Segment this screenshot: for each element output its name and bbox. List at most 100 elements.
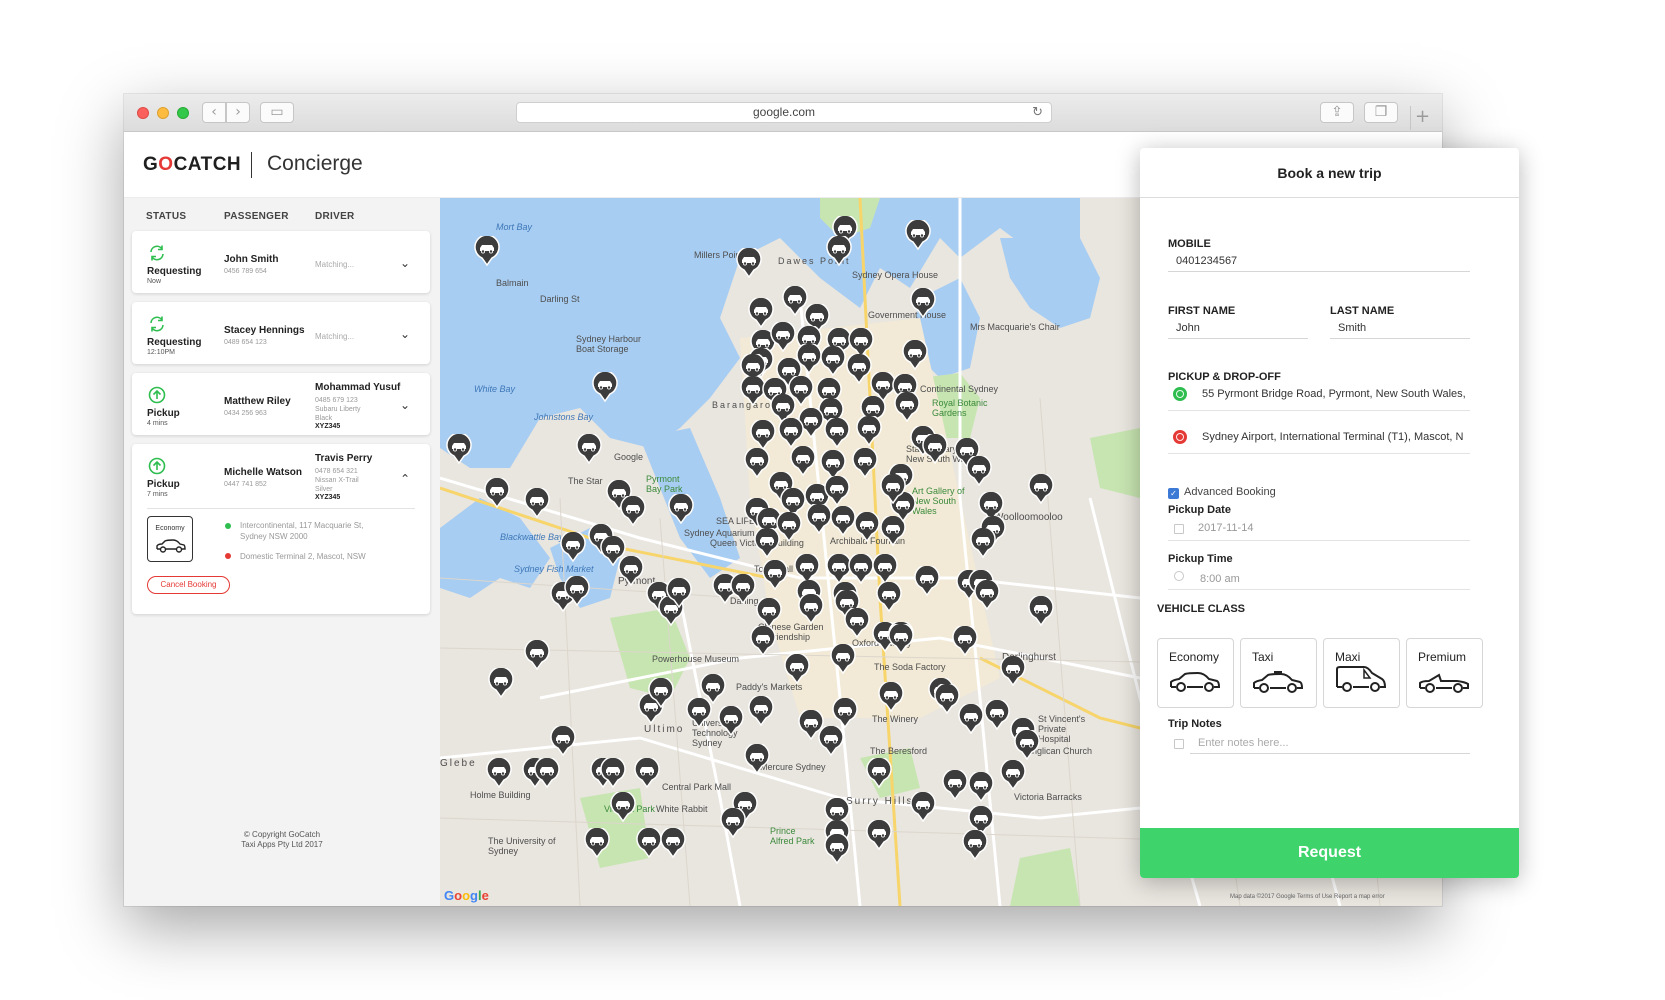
pickup-date-input[interactable]: 2017-11-14 bbox=[1198, 522, 1253, 534]
vehicle-option-maxi[interactable]: Maxi bbox=[1323, 638, 1400, 708]
taxi-marker-icon[interactable] bbox=[832, 698, 858, 728]
taxi-marker-icon[interactable] bbox=[446, 434, 472, 464]
taxi-marker-icon[interactable] bbox=[666, 578, 692, 608]
taxi-marker-icon[interactable] bbox=[880, 474, 906, 504]
taxi-marker-icon[interactable] bbox=[744, 744, 770, 774]
advanced-booking-checkbox[interactable]: ✓ bbox=[1168, 488, 1179, 499]
taxi-marker-icon[interactable] bbox=[830, 506, 856, 536]
taxi-marker-icon[interactable] bbox=[750, 626, 776, 656]
minimize-window-button[interactable] bbox=[157, 107, 169, 119]
reload-icon[interactable]: ↻ bbox=[1032, 103, 1043, 122]
close-window-button[interactable] bbox=[137, 107, 149, 119]
taxi-marker-icon[interactable] bbox=[744, 448, 770, 478]
taxi-marker-icon[interactable] bbox=[798, 594, 824, 624]
vehicle-option-economy[interactable]: Economy bbox=[1157, 638, 1234, 708]
taxi-marker-icon[interactable] bbox=[968, 772, 994, 802]
taxi-marker-icon[interactable] bbox=[618, 556, 644, 586]
taxi-marker-icon[interactable] bbox=[488, 668, 514, 698]
taxi-marker-icon[interactable] bbox=[962, 830, 988, 860]
share-icon[interactable]: ⇪ bbox=[1320, 102, 1354, 123]
taxi-marker-icon[interactable] bbox=[1028, 474, 1054, 504]
taxi-marker-icon[interactable] bbox=[686, 698, 712, 728]
taxi-marker-icon[interactable] bbox=[806, 504, 832, 534]
vehicle-option-premium[interactable]: Premium bbox=[1406, 638, 1483, 708]
chevron-up-icon[interactable]: ⌄ bbox=[400, 471, 410, 485]
trip-card-expanded[interactable]: Pickup 7 mins Michelle Watson 0447 741 8… bbox=[132, 444, 430, 614]
taxi-marker-icon[interactable] bbox=[484, 478, 510, 508]
request-button[interactable]: Request bbox=[1140, 828, 1519, 878]
taxi-marker-icon[interactable] bbox=[730, 574, 756, 604]
taxi-marker-icon[interactable] bbox=[1014, 730, 1040, 760]
taxi-marker-icon[interactable] bbox=[966, 456, 992, 486]
taxi-marker-icon[interactable] bbox=[720, 808, 746, 838]
first-name-input[interactable] bbox=[1168, 317, 1308, 339]
chevron-down-icon[interactable]: ⌄ bbox=[400, 256, 410, 270]
taxi-marker-icon[interactable] bbox=[876, 582, 902, 612]
back-icon[interactable]: ‹ bbox=[202, 102, 226, 123]
taxi-marker-icon[interactable] bbox=[648, 678, 674, 708]
taxi-marker-icon[interactable] bbox=[902, 340, 928, 370]
taxi-marker-icon[interactable] bbox=[474, 236, 500, 266]
taxi-marker-icon[interactable] bbox=[748, 696, 774, 726]
taxi-marker-icon[interactable] bbox=[942, 770, 968, 800]
taxi-marker-icon[interactable] bbox=[910, 792, 936, 822]
taxi-marker-icon[interactable] bbox=[856, 416, 882, 446]
taxi-marker-icon[interactable] bbox=[486, 758, 512, 788]
taxi-marker-icon[interactable] bbox=[620, 496, 646, 526]
taxi-marker-icon[interactable] bbox=[550, 726, 576, 756]
chevron-down-icon[interactable]: ⌄ bbox=[400, 398, 410, 412]
taxi-marker-icon[interactable] bbox=[564, 576, 590, 606]
taxi-marker-icon[interactable] bbox=[524, 488, 550, 518]
forward-icon[interactable]: › bbox=[226, 102, 250, 123]
taxi-marker-icon[interactable] bbox=[750, 420, 776, 450]
taxi-marker-icon[interactable] bbox=[984, 700, 1010, 730]
taxi-marker-icon[interactable] bbox=[610, 792, 636, 822]
taxi-marker-icon[interactable] bbox=[756, 598, 782, 628]
taxi-marker-icon[interactable] bbox=[866, 758, 892, 788]
taxi-marker-icon[interactable] bbox=[952, 626, 978, 656]
mobile-input[interactable] bbox=[1168, 250, 1470, 272]
vehicle-option-taxi[interactable]: Taxi bbox=[1240, 638, 1317, 708]
pickup-time-input[interactable]: 8:00 am bbox=[1200, 573, 1240, 585]
taxi-marker-icon[interactable] bbox=[878, 682, 904, 712]
taxi-marker-icon[interactable] bbox=[524, 640, 550, 670]
dropoff-input[interactable]: Sydney Airport, International Terminal (… bbox=[1202, 431, 1484, 443]
tabs-overview-icon[interactable]: ❐ bbox=[1364, 102, 1398, 123]
taxi-marker-icon[interactable] bbox=[592, 372, 618, 402]
taxi-marker-icon[interactable] bbox=[576, 434, 602, 464]
chevron-down-icon[interactable]: ⌄ bbox=[400, 327, 410, 341]
taxi-marker-icon[interactable] bbox=[872, 554, 898, 584]
taxi-marker-icon[interactable] bbox=[844, 608, 870, 638]
taxi-marker-icon[interactable] bbox=[560, 532, 586, 562]
taxi-marker-icon[interactable] bbox=[894, 392, 920, 422]
taxi-marker-icon[interactable] bbox=[600, 758, 626, 788]
taxi-marker-icon[interactable] bbox=[784, 654, 810, 684]
taxi-marker-icon[interactable] bbox=[888, 624, 914, 654]
cancel-booking-button[interactable]: Cancel Booking bbox=[147, 576, 230, 594]
taxi-marker-icon[interactable] bbox=[660, 828, 686, 858]
taxi-marker-icon[interactable] bbox=[818, 726, 844, 756]
taxi-marker-icon[interactable] bbox=[852, 448, 878, 478]
taxi-marker-icon[interactable] bbox=[824, 834, 850, 864]
trip-card[interactable]: Pickup 4 mins Matthew Riley 0434 256 963… bbox=[132, 373, 430, 435]
taxi-marker-icon[interactable] bbox=[754, 528, 780, 558]
taxi-marker-icon[interactable] bbox=[826, 236, 852, 266]
taxi-marker-icon[interactable] bbox=[736, 248, 762, 278]
zoom-window-button[interactable] bbox=[177, 107, 189, 119]
last-name-input[interactable] bbox=[1330, 317, 1470, 339]
new-tab-icon[interactable]: + bbox=[1410, 106, 1434, 130]
taxi-marker-icon[interactable] bbox=[634, 758, 660, 788]
address-bar[interactable]: google.com ↻ bbox=[516, 102, 1052, 123]
taxi-marker-icon[interactable] bbox=[824, 476, 850, 506]
taxi-marker-icon[interactable] bbox=[846, 354, 872, 384]
taxi-marker-icon[interactable] bbox=[910, 288, 936, 318]
gocatch-logo[interactable]: GOCATCH bbox=[143, 154, 241, 176]
taxi-marker-icon[interactable] bbox=[922, 434, 948, 464]
taxi-marker-icon[interactable] bbox=[534, 758, 560, 788]
taxi-marker-icon[interactable] bbox=[824, 418, 850, 448]
taxi-marker-icon[interactable] bbox=[778, 418, 804, 448]
taxi-marker-icon[interactable] bbox=[1000, 656, 1026, 686]
taxi-marker-icon[interactable] bbox=[584, 828, 610, 858]
taxi-marker-icon[interactable] bbox=[830, 644, 856, 674]
taxi-marker-icon[interactable] bbox=[718, 706, 744, 736]
